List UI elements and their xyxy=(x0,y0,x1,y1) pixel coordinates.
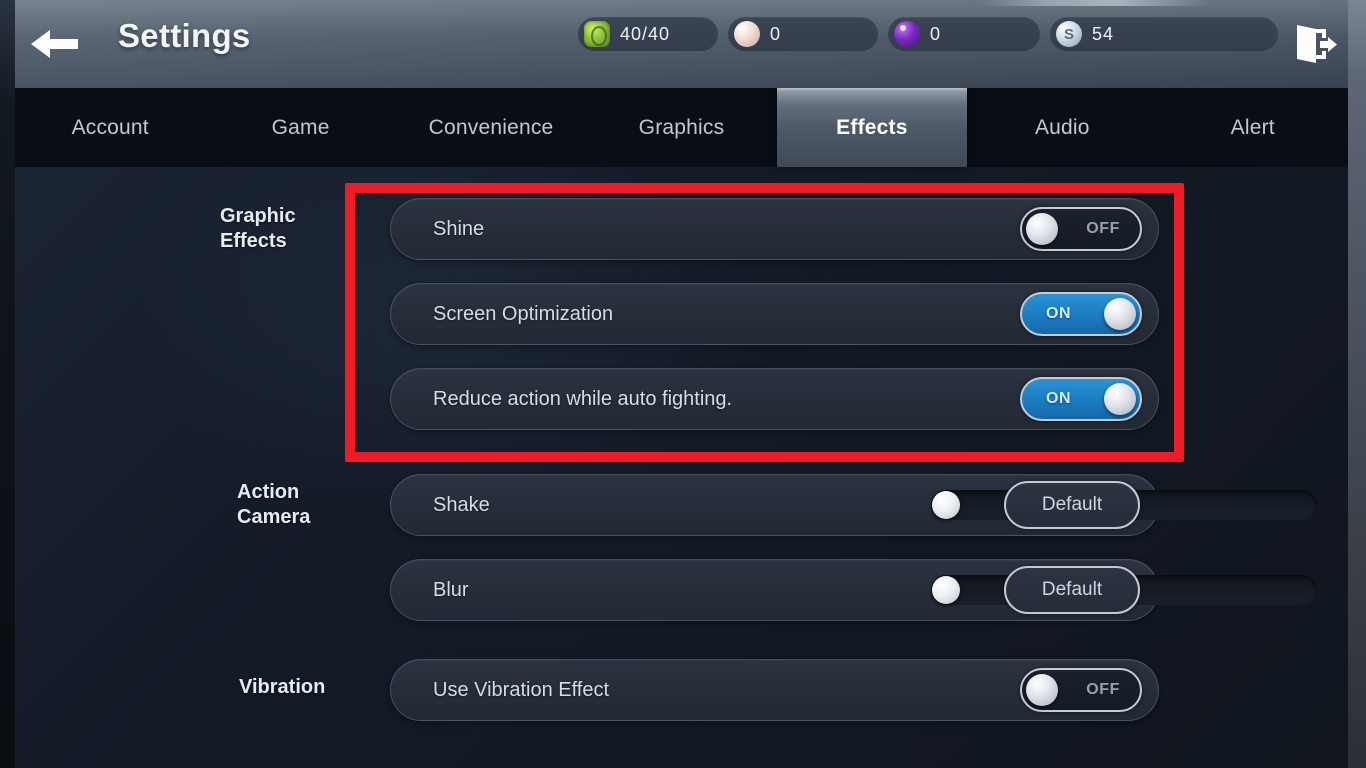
row-shine-label: Shine xyxy=(433,217,485,240)
tab-convenience[interactable]: Convenience xyxy=(396,88,586,167)
settings-content-panel: Graphic Effects Shine OFF Screen Optimiz… xyxy=(15,167,1348,768)
page-title: Settings xyxy=(118,17,251,54)
row-reduce-action-label: Reduce action while auto fighting. xyxy=(433,387,733,410)
slider-blur-value: 0 xyxy=(1333,579,1349,601)
game-settings-screen: Settings 40/40 0 0 S 54 Account Game Con… xyxy=(0,0,1366,768)
row-use-vibration-effect[interactable]: Use Vibration Effect OFF xyxy=(390,659,1159,721)
screen-bezel-left xyxy=(0,0,15,768)
exit-door-icon xyxy=(1297,25,1337,63)
tab-game-label: Game xyxy=(271,115,330,139)
tab-account[interactable]: Account xyxy=(15,88,205,167)
toggle-use-vibration-effect-state: OFF xyxy=(1086,681,1120,698)
toggle-reduce-action-knob xyxy=(1104,383,1136,415)
currency-energy[interactable]: 40/40 xyxy=(578,17,718,51)
row-blur[interactable]: Blur 0 Default xyxy=(390,559,1348,621)
section-label-graphic-effects-line1: Graphic xyxy=(220,205,296,227)
toggle-screen-optimization-state: ON xyxy=(1046,305,1072,322)
row-shake-label: Shake xyxy=(433,493,490,516)
tab-effects[interactable]: Effects xyxy=(776,88,968,167)
tab-game[interactable]: Game xyxy=(205,88,395,167)
tab-graphics-label: Graphics xyxy=(638,115,725,139)
tab-graphics[interactable]: Graphics xyxy=(586,88,776,167)
default-button-shake-label: Default xyxy=(1041,494,1103,515)
slider-shake-handle[interactable] xyxy=(932,491,960,519)
exit-button[interactable] xyxy=(1288,17,1342,71)
currency-pearl-value: 0 xyxy=(770,23,782,44)
row-use-vibration-effect-label: Use Vibration Effect xyxy=(433,678,610,701)
back-button[interactable] xyxy=(26,18,82,70)
tab-audio[interactable]: Audio xyxy=(967,88,1157,167)
default-button-shake[interactable]: Default xyxy=(1004,481,1140,529)
row-screen-optimization-label: Screen Optimization xyxy=(433,302,614,325)
toggle-use-vibration-effect-knob xyxy=(1026,674,1058,706)
row-blur-label: Blur xyxy=(433,578,469,601)
tab-convenience-label: Convenience xyxy=(428,115,554,139)
section-label-vibration: Vibration xyxy=(239,675,389,700)
tab-alert[interactable]: Alert xyxy=(1158,88,1348,167)
gem-icon xyxy=(894,21,920,47)
section-label-graphic-effects-line2: Effects xyxy=(220,230,287,252)
currency-pearl[interactable]: 0 xyxy=(728,17,878,51)
energy-icon xyxy=(584,21,610,47)
tab-account-label: Account xyxy=(71,115,149,139)
currency-coin[interactable]: S 54 xyxy=(1050,17,1278,51)
currency-gem-value: 0 xyxy=(930,23,942,44)
default-button-blur-label: Default xyxy=(1041,579,1103,600)
currency-gem[interactable]: 0 xyxy=(888,17,1040,51)
coin-icon: S xyxy=(1056,21,1082,47)
toggle-shine[interactable]: OFF xyxy=(1020,207,1142,251)
tab-alert-label: Alert xyxy=(1230,115,1275,139)
tab-audio-label: Audio xyxy=(1034,115,1090,139)
pearl-icon xyxy=(734,21,760,47)
screen-bezel-top-notch xyxy=(980,0,1210,6)
toggle-reduce-action[interactable]: ON xyxy=(1020,377,1142,421)
top-header-bar: Settings 40/40 0 0 S 54 xyxy=(0,0,1366,88)
slider-blur-handle[interactable] xyxy=(932,576,960,604)
section-label-action-camera-line1: Action xyxy=(237,481,300,503)
section-label-vibration-line1: Vibration xyxy=(239,676,326,698)
toggle-shine-state: OFF xyxy=(1086,220,1120,237)
row-reduce-action[interactable]: Reduce action while auto fighting. ON xyxy=(390,368,1159,430)
slider-shake-value: 0 xyxy=(1333,494,1349,516)
tab-effects-label: Effects xyxy=(836,115,908,139)
screen-bezel-right xyxy=(1348,0,1366,768)
toggle-screen-optimization-knob xyxy=(1104,298,1136,330)
toggle-shine-knob xyxy=(1026,213,1058,245)
row-shake[interactable]: Shake 0 Default xyxy=(390,474,1348,536)
row-shine[interactable]: Shine OFF xyxy=(390,198,1159,260)
toggle-reduce-action-state: ON xyxy=(1046,390,1072,407)
toggle-screen-optimization[interactable]: ON xyxy=(1020,292,1142,336)
currency-bar: 40/40 0 0 S 54 xyxy=(578,17,1278,51)
toggle-use-vibration-effect[interactable]: OFF xyxy=(1020,668,1142,712)
row-screen-optimization[interactable]: Screen Optimization ON xyxy=(390,283,1159,345)
currency-coin-value: 54 xyxy=(1092,23,1115,44)
currency-energy-value: 40/40 xyxy=(620,23,671,44)
section-label-action-camera: Action Camera xyxy=(237,480,377,530)
section-label-graphic-effects: Graphic Effects xyxy=(220,204,360,254)
settings-tabbar: Account Game Convenience Graphics Effect… xyxy=(15,88,1348,167)
default-button-blur[interactable]: Default xyxy=(1004,566,1140,614)
section-label-action-camera-line2: Camera xyxy=(237,506,311,528)
arrow-left-icon xyxy=(31,30,78,58)
